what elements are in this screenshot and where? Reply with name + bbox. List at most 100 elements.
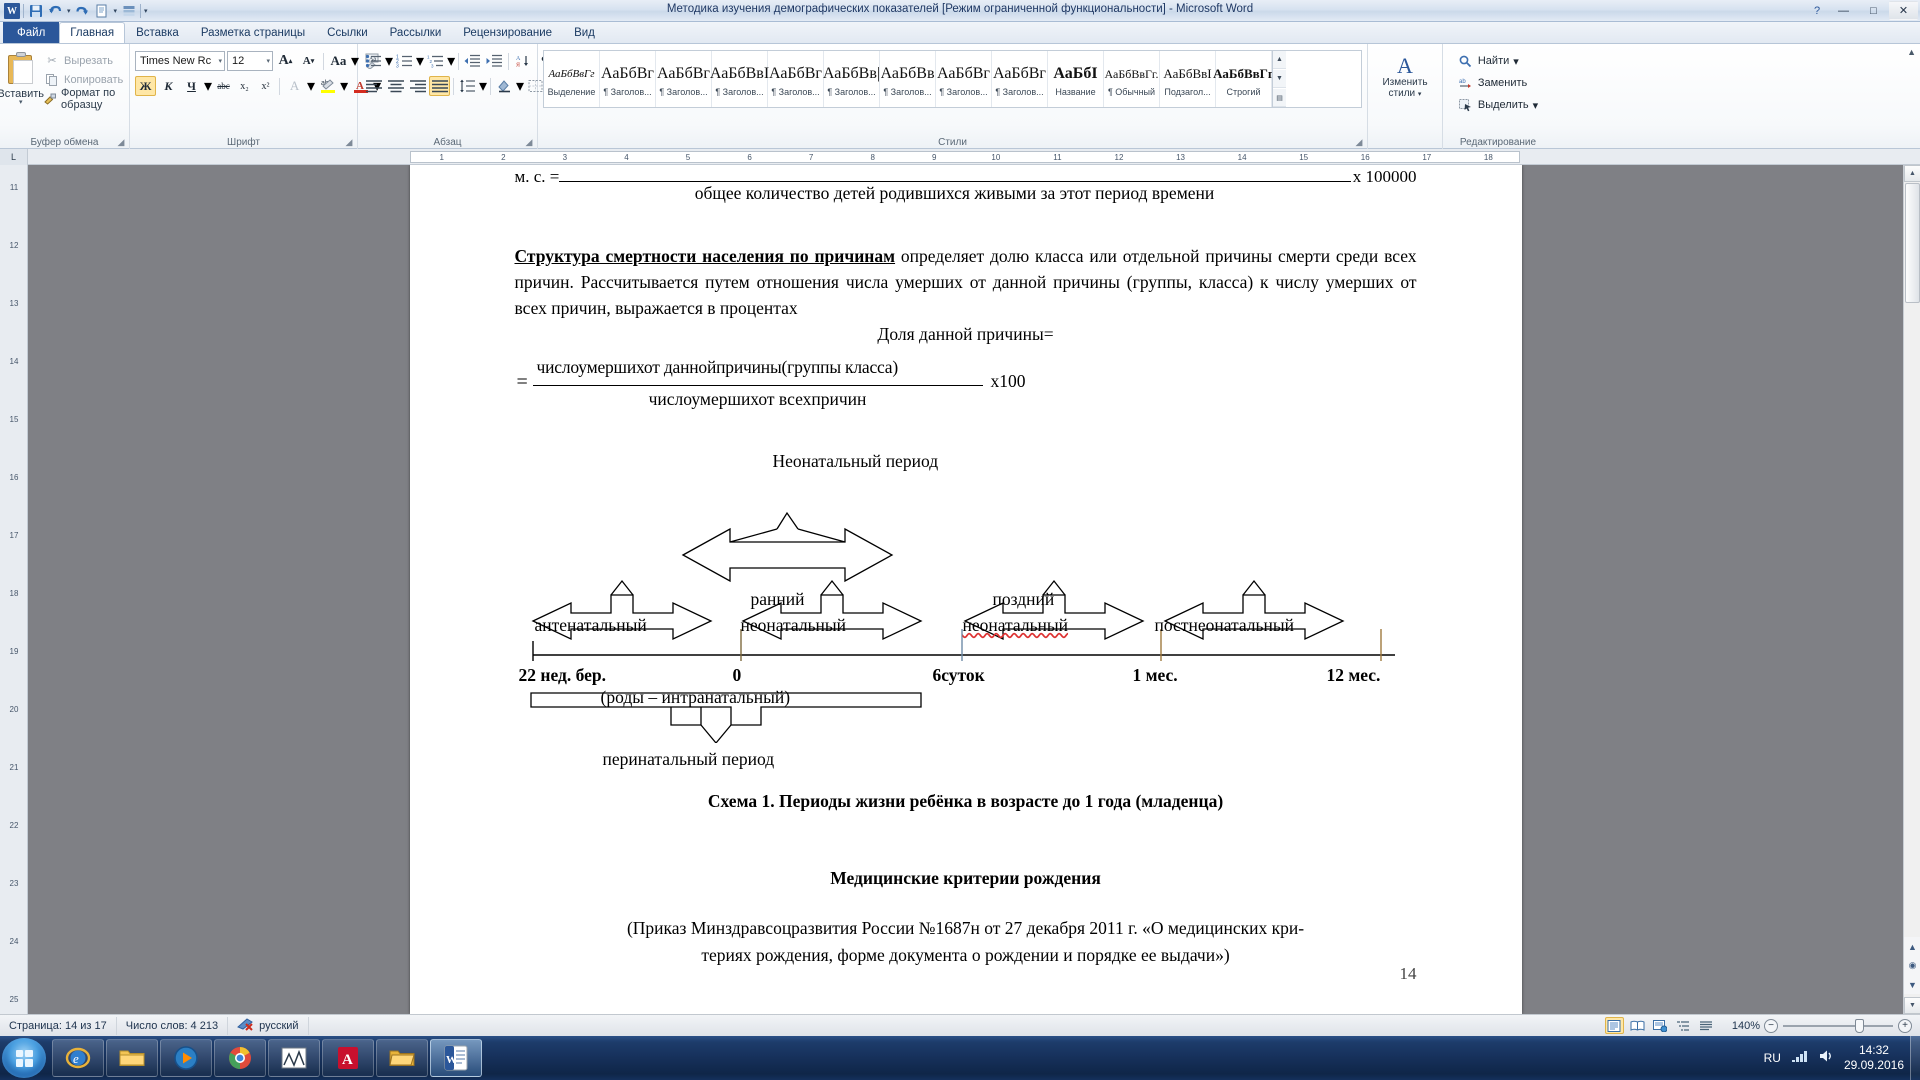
scroll-up-button[interactable]: ▲ xyxy=(1904,165,1920,182)
style-item-6[interactable]: АаБбВв ¶ Заголов... xyxy=(880,51,936,107)
bold-button[interactable]: Ж xyxy=(135,76,156,96)
taskbar-item-google-chrome[interactable] xyxy=(214,1039,266,1077)
align-left-button[interactable] xyxy=(363,76,384,96)
select-button[interactable]: Выделить ▾ xyxy=(1458,96,1538,114)
zoom-out-button[interactable]: − xyxy=(1764,1018,1778,1033)
style-item-4[interactable]: АаБбВг ¶ Заголов... xyxy=(768,51,824,107)
style-item-3[interactable]: АаБбВвI ¶ Заголов... xyxy=(710,51,769,107)
zoom-in-button[interactable]: + xyxy=(1898,1018,1912,1033)
style-item-9[interactable]: АаБбІ Название xyxy=(1048,51,1104,107)
bullets-button[interactable] xyxy=(363,51,384,71)
underline-button[interactable]: Ч xyxy=(181,76,202,96)
taskbar-item-folder-window[interactable] xyxy=(376,1039,428,1077)
increase-indent-button[interactable] xyxy=(484,51,505,71)
help-icon[interactable]: ? xyxy=(1806,1,1828,20)
clipboard-dialog-launcher[interactable]: ◢ xyxy=(116,137,126,147)
style-item-11[interactable]: АаБбВвI Подзагол... xyxy=(1160,51,1216,107)
tab-page-layout[interactable]: Разметка страницы xyxy=(190,22,316,43)
tab-stop-selector[interactable]: L xyxy=(0,149,28,165)
vertical-scrollbar[interactable]: ▲ ▲ ◉ ▼ ▼ xyxy=(1903,165,1920,1014)
bullets-dropdown-icon[interactable]: ▾ xyxy=(385,51,393,71)
text-highlight-button[interactable]: ab xyxy=(317,76,338,96)
taskbar-item-internet-explorer[interactable]: e xyxy=(52,1039,104,1077)
styles-dialog-launcher[interactable]: ◢ xyxy=(1354,137,1364,147)
show-desktop-button[interactable] xyxy=(1910,1036,1920,1080)
justify-button[interactable] xyxy=(429,76,450,96)
cut-button[interactable]: ✂ Вырезать xyxy=(44,52,132,69)
draft-icon[interactable] xyxy=(1697,1017,1716,1034)
tab-mailings[interactable]: Рассылки xyxy=(379,22,453,43)
tray-volume-icon[interactable] xyxy=(1818,1049,1834,1068)
superscript-button[interactable]: x² xyxy=(256,77,275,96)
maximize-button[interactable]: □ xyxy=(1859,1,1888,20)
tab-file[interactable]: Файл xyxy=(3,22,60,43)
chevron-down-icon[interactable]: ▾ xyxy=(215,57,222,65)
outline-icon[interactable] xyxy=(1674,1017,1693,1034)
tab-view[interactable]: Вид xyxy=(563,22,606,43)
taskbar-item-statistics-app[interactable] xyxy=(268,1039,320,1077)
scroll-down-button[interactable]: ▼ xyxy=(1904,997,1920,1014)
text-effects-button[interactable]: A xyxy=(284,76,305,96)
document-page[interactable]: м. с. = х 100000 общее количество детей … xyxy=(409,165,1522,1014)
styles-gallery-scroll[interactable]: ▲ ▼ ▤ xyxy=(1272,51,1286,107)
ribbon-tab-strip[interactable]: Файл Главная Вставка Разметка страницы С… xyxy=(0,22,1920,44)
format-painter-button[interactable]: Формат по образцу xyxy=(44,87,132,111)
styles-more-button[interactable]: ▤ xyxy=(1273,89,1286,107)
previous-page-button[interactable]: ▲ xyxy=(1904,937,1920,956)
find-button[interactable]: Найти ▾ xyxy=(1458,52,1519,70)
decrease-indent-button[interactable] xyxy=(462,51,483,71)
shading-button[interactable] xyxy=(494,76,515,96)
tab-insert[interactable]: Вставка xyxy=(125,22,190,43)
zoom-track[interactable] xyxy=(1783,1018,1893,1033)
taskbar-item-file-explorer[interactable] xyxy=(106,1039,158,1077)
start-button[interactable] xyxy=(2,1038,46,1078)
select-dropdown-icon[interactable]: ▾ xyxy=(1533,99,1539,112)
tab-home[interactable]: Главная xyxy=(59,22,126,43)
window-controls[interactable]: ? — □ ✕ xyxy=(1806,1,1918,20)
underline-dropdown-icon[interactable]: ▾ xyxy=(204,76,212,96)
align-right-button[interactable] xyxy=(407,76,428,96)
select-browse-object-button[interactable]: ◉ xyxy=(1904,956,1920,975)
scrollbar-thumb[interactable] xyxy=(1905,183,1920,303)
numbering-dropdown-icon[interactable]: ▾ xyxy=(416,51,424,71)
paste-dropdown-icon[interactable]: ▾ xyxy=(19,99,23,106)
paste-button[interactable]: Вставить ▾ xyxy=(0,47,44,106)
style-item-10[interactable]: АаБбВвГг. ¶ Обычный xyxy=(1104,51,1160,107)
web-layout-icon[interactable] xyxy=(1651,1017,1670,1034)
numbering-button[interactable]: 123 xyxy=(394,51,415,71)
line-spacing-button[interactable] xyxy=(457,76,478,96)
print-layout-icon[interactable] xyxy=(1604,1017,1624,1034)
zoom-thumb[interactable] xyxy=(1855,1018,1864,1033)
style-item-1[interactable]: АаБбВг ¶ Заголов... xyxy=(600,51,656,107)
shading-dropdown-icon[interactable]: ▾ xyxy=(516,76,524,96)
full-screen-reading-icon[interactable] xyxy=(1628,1017,1647,1034)
zoom-slider[interactable]: − + xyxy=(1764,1018,1912,1033)
styles-gallery[interactable]: АаБбВвГг Выделение АаБбВг ¶ Заголов... А… xyxy=(543,50,1362,108)
subscript-button[interactable]: x₂ xyxy=(235,77,254,96)
clock[interactable]: 14:32 29.09.2016 xyxy=(1844,1043,1904,1073)
tab-references[interactable]: Ссылки xyxy=(316,22,379,43)
horizontal-ruler[interactable]: 1 2 3 4 5 6 7 8 9 10 11 12 13 14 15 16 1… xyxy=(410,151,1520,163)
strikethrough-button[interactable]: abc xyxy=(214,77,233,96)
tray-network-icon[interactable] xyxy=(1791,1049,1808,1068)
style-item-7[interactable]: АаБбВг ¶ Заголов... xyxy=(936,51,992,107)
font-size-combo[interactable]: 12 ▾ xyxy=(227,51,273,71)
change-case-button[interactable]: Aa xyxy=(328,51,349,71)
style-item-0[interactable]: АаБбВвГг Выделение xyxy=(544,51,600,107)
taskbar-item-adobe-reader[interactable]: A xyxy=(322,1039,374,1077)
font-name-combo[interactable]: Times New Rc ▾ xyxy=(135,51,225,71)
vertical-ruler[interactable]: 11 12 13 14 15 16 17 18 19 20 21 22 23 2… xyxy=(0,165,28,1014)
style-item-5[interactable]: АаБбВв| ¶ Заголов... xyxy=(823,51,880,107)
page-indicator[interactable]: Страница: 14 из 17 xyxy=(0,1016,117,1035)
multilevel-list-button[interactable]: 123 xyxy=(425,51,446,71)
tab-review[interactable]: Рецензирование xyxy=(452,22,563,43)
copy-button[interactable]: Копировать xyxy=(44,71,132,88)
styles-scroll-up-button[interactable]: ▲ xyxy=(1273,51,1286,69)
sort-button[interactable]: AЯ xyxy=(512,51,533,71)
font-dialog-launcher[interactable]: ◢ xyxy=(344,137,354,147)
find-dropdown-icon[interactable]: ▾ xyxy=(1513,55,1519,68)
style-item-12[interactable]: АаБбВвГг Строгий xyxy=(1213,51,1274,107)
grow-font-button[interactable]: A ▴ xyxy=(275,51,296,71)
change-styles-button[interactable]: A Изменить стили ▾ xyxy=(1382,47,1427,100)
document-area[interactable]: м. с. = х 100000 общее количество детей … xyxy=(28,165,1903,1014)
